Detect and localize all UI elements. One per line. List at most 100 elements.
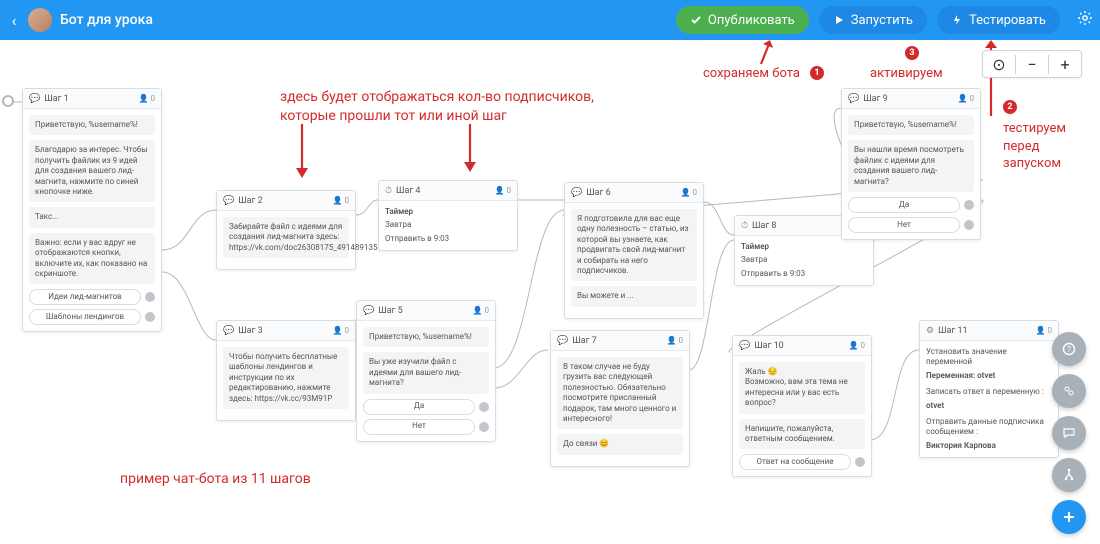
step-message: Приветствую, %username%!	[848, 115, 974, 135]
step-message: Забирайте файл с идеями для создания лид…	[223, 217, 349, 258]
plus-icon	[1061, 509, 1077, 525]
output-port[interactable]	[145, 312, 155, 322]
step-title: Шаг 9	[863, 94, 957, 104]
dock-help-button[interactable]: ?	[1052, 332, 1086, 366]
subscriber-count: 👤0	[849, 341, 865, 350]
output-port[interactable]	[479, 402, 489, 412]
step-message: Вы нашли время посмотреть файлик с идеям…	[848, 140, 974, 192]
subscriber-count: 👤0	[333, 196, 349, 205]
annotation-number-2: 2	[1003, 100, 1017, 114]
dock-add-button[interactable]	[1052, 500, 1086, 534]
cogs-icon	[1062, 384, 1076, 398]
step-message: Такс...	[29, 207, 155, 227]
reply-button-no[interactable]: Нет	[363, 419, 475, 435]
step-title: Шаг 10	[754, 341, 848, 351]
branch-icon	[1062, 468, 1076, 482]
action-line: otvet	[926, 401, 1052, 411]
output-port[interactable]	[964, 200, 974, 210]
user-icon: 👤	[495, 186, 505, 195]
dock-chat-button[interactable]	[1052, 416, 1086, 450]
reply-button-no[interactable]: Нет	[848, 217, 960, 233]
flow-canvas[interactable]: 💬Шаг 1👤0 Приветствую, %username%! Благод…	[0, 40, 1100, 544]
subscriber-count: 👤0	[681, 188, 697, 197]
reply-button[interactable]: Ответ на сообщение	[739, 454, 851, 470]
subscriber-count: 👤0	[139, 94, 155, 103]
zoom-out-button[interactable]: −	[1015, 55, 1048, 74]
bolt-icon	[951, 14, 963, 26]
subscriber-count: 👤0	[495, 186, 511, 195]
zoom-in-button[interactable]: +	[1048, 55, 1081, 74]
step-card-4[interactable]: ⏱Шаг 4👤0 Таймер Завтра Отправить в 9:03	[378, 180, 518, 251]
subscriber-count: 👤0	[958, 94, 974, 103]
gear-icon	[1077, 10, 1093, 26]
dock-settings-button[interactable]	[1052, 374, 1086, 408]
reply-button[interactable]: Шаблоны лендингов	[29, 309, 141, 325]
step-card-3[interactable]: 💬Шаг 3👤0 Чтобы получить бесплатные шабло…	[216, 320, 356, 421]
test-label: Тестировать	[969, 13, 1046, 28]
output-port[interactable]	[479, 422, 489, 432]
step-message: Жаль 😔Возможно, вам эта тема не интересн…	[739, 362, 865, 414]
timer-icon: ⏱	[741, 221, 748, 231]
zoom-fit-button[interactable]: ⊙	[983, 55, 1015, 74]
step-title: Шаг 4	[396, 186, 495, 196]
step-message: Приветствую, %username%!	[363, 327, 489, 347]
step-card-10[interactable]: 💬Шаг 10👤0 Жаль 😔Возможно, вам эта тема н…	[732, 335, 872, 477]
step-title: Шаг 7	[572, 336, 666, 346]
step-message: Вы уже изучили файл с идеями для вашего …	[363, 352, 489, 393]
step-title: Шаг 3	[238, 326, 332, 336]
step-card-6[interactable]: 💬Шаг 6👤0 Я подготовила для вас еще одну …	[564, 182, 704, 319]
step-card-9[interactable]: 💬Шаг 9👤0 Приветствую, %username%! Вы наш…	[841, 88, 981, 240]
action-line: Отправить данные подписчика сообщением :	[926, 417, 1052, 438]
step-title: Шаг 6	[586, 188, 680, 198]
user-icon: 👤	[139, 94, 149, 103]
message-icon: 💬	[29, 94, 40, 104]
user-icon: 👤	[333, 196, 343, 205]
user-icon: 👤	[958, 94, 968, 103]
step-message: Приветствую, %username%!	[29, 115, 155, 135]
step-card-2[interactable]: 💬Шаг 2👤0 Забирайте файл с идеями для соз…	[216, 190, 356, 270]
reply-button-yes[interactable]: Да	[848, 197, 960, 213]
play-icon	[833, 14, 845, 26]
launch-button[interactable]: Запустить	[819, 6, 927, 34]
timer-label: Таймер	[741, 242, 867, 252]
back-button[interactable]: ‹	[0, 11, 28, 30]
step-message: Чтобы получить бесплатные шаблоны лендин…	[223, 347, 349, 409]
message-icon: 💬	[223, 326, 234, 336]
timer-time: Отправить в 9:03	[741, 269, 867, 279]
settings-button[interactable]	[1070, 10, 1100, 30]
step-card-1[interactable]: 💬Шаг 1👤0 Приветствую, %username%! Благод…	[22, 88, 162, 332]
output-port[interactable]	[964, 220, 974, 230]
annotation-subscribers: здесь будет отображаться кол-во подписчи…	[280, 88, 594, 126]
action-line: Виктория Карпова	[926, 441, 1052, 451]
question-icon: ?	[1062, 342, 1076, 356]
timer-label: Таймер	[385, 207, 511, 217]
reply-button[interactable]: Идеи лид-магнитов	[29, 289, 141, 305]
step-message: Важно: если у вас вдруг не отображаются …	[29, 233, 155, 285]
check-icon	[690, 14, 702, 26]
subscriber-count: 👤0	[1036, 326, 1052, 335]
step-message: Я подготовила для вас еще одну полезност…	[571, 209, 697, 281]
action-line: Записать ответ в переменную :	[926, 387, 1052, 397]
publish-button[interactable]: Опубликовать	[676, 6, 809, 34]
step-title: Шаг 5	[378, 306, 472, 316]
output-port[interactable]	[145, 292, 155, 302]
launch-label: Запустить	[851, 13, 913, 28]
avatar[interactable]	[28, 8, 52, 32]
test-button[interactable]: Тестировать	[937, 6, 1060, 34]
dock-branch-button[interactable]	[1052, 458, 1086, 492]
step-card-7[interactable]: 💬Шаг 7👤0 В таком случае не буду грузить …	[550, 330, 690, 467]
timer-time: Отправить в 9:03	[385, 234, 511, 244]
step-card-5[interactable]: 💬Шаг 5👤0 Приветствую, %username%! Вы уже…	[356, 300, 496, 442]
step-card-11[interactable]: ⚙Шаг 11👤0 Установить значение переменной…	[919, 320, 1059, 458]
user-icon: 👤	[333, 326, 343, 335]
user-icon: 👤	[1036, 326, 1046, 335]
svg-text:?: ?	[1067, 345, 1071, 354]
annotation-test-before: тестируем перед запуском	[1003, 120, 1066, 173]
start-node[interactable]	[2, 95, 14, 107]
timer-when: Завтра	[385, 220, 511, 230]
output-port[interactable]	[855, 457, 865, 467]
reply-button-yes[interactable]: Да	[363, 399, 475, 415]
annotation-arrow	[292, 122, 312, 184]
chat-icon	[1062, 426, 1076, 440]
step-message: Напишите, пожалуйста, ответным сообщение…	[739, 419, 865, 450]
